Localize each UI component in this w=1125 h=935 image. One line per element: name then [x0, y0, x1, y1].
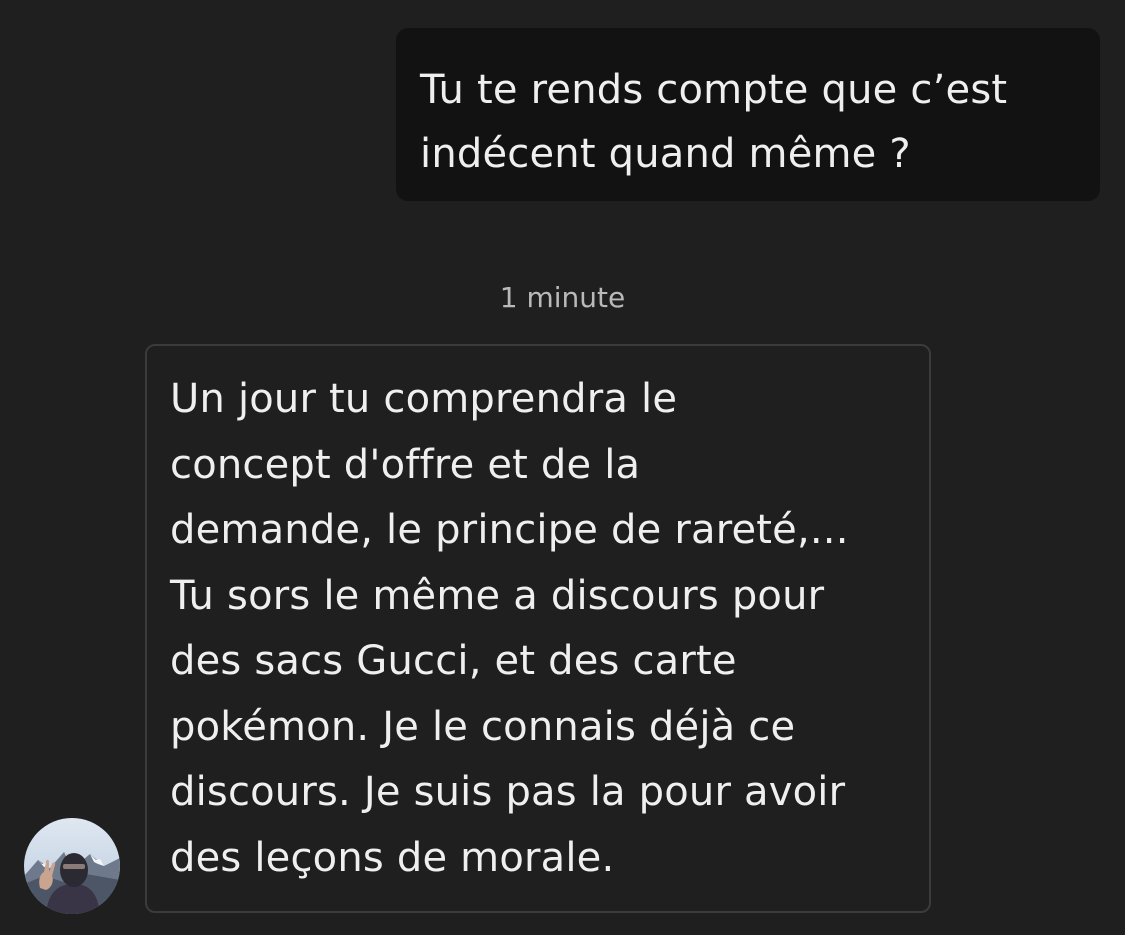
- message-line: Tu te rends compte que c’est: [420, 67, 1008, 113]
- message-timestamp: 1 minute: [499, 281, 626, 314]
- sent-message-text: Tu te rends compte que c’est indécent qu…: [420, 58, 1076, 186]
- sent-message-bubble[interactable]: Tu te rends compte que c’est indécent qu…: [396, 28, 1100, 201]
- received-message-bubble[interactable]: Un jour tu comprendra le concept d'offre…: [145, 344, 931, 913]
- message-line: des leçons de morale.: [170, 834, 615, 881]
- user-avatar-photo-icon: [24, 818, 120, 914]
- message-line: Un jour tu comprendra le: [170, 376, 678, 422]
- message-line: discours. Je suis pas la pour avoir: [170, 769, 846, 815]
- message-line: pokémon. Je le connais déjà ce: [170, 703, 796, 750]
- message-thread: Tu te rends compte que c’est indécent qu…: [0, 0, 1125, 935]
- message-line: des sacs Gucci, et des carte: [170, 638, 737, 684]
- received-message-text: Un jour tu comprendra le concept d'offre…: [170, 367, 907, 891]
- message-line: concept d'offre et de la: [170, 441, 641, 488]
- message-line: demande, le principe de rareté,...: [170, 507, 849, 553]
- message-line: indécent quand même ?: [420, 131, 911, 177]
- message-line: Tu sors le même a discours pour: [170, 572, 825, 619]
- sender-avatar[interactable]: [24, 818, 120, 914]
